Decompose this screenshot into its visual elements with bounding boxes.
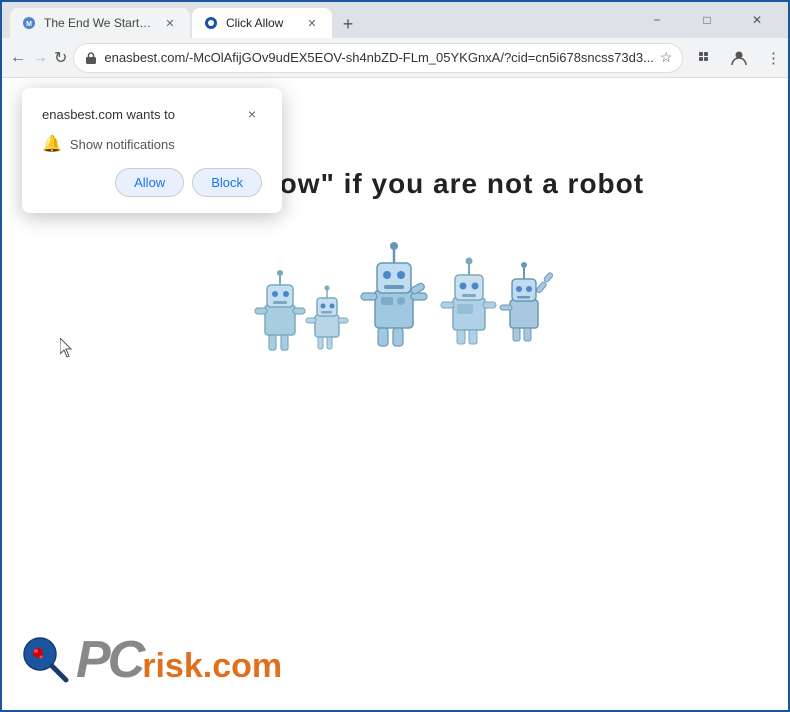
tab-2[interactable]: Click Allow ✕ <box>192 8 332 38</box>
robots-illustration <box>2 230 788 370</box>
popup-header: enasbest.com wants to × <box>42 104 262 124</box>
svg-text:M: M <box>26 21 32 28</box>
pc-logo-text: PC <box>76 630 142 690</box>
toolbar-icons: ⋮ <box>689 42 789 74</box>
pcrisk-text: PC risk .com <box>76 630 282 690</box>
tab-title-1: The End We Start From (2023) … <box>44 16 154 30</box>
window-controls: − □ ✕ <box>634 2 780 38</box>
com-logo-text: .com <box>203 647 282 686</box>
notification-popup: enasbest.com wants to × 🔔 Show notificat… <box>22 88 282 213</box>
allow-button[interactable]: Allow <box>115 168 184 197</box>
bell-icon: 🔔 <box>42 134 62 154</box>
url-text: enasbest.com/-McOlAfijGOv9udEX5EOV-sh4nb… <box>104 50 654 65</box>
menu-button[interactable]: ⋮ <box>757 42 789 74</box>
new-tab-button[interactable]: + <box>334 10 362 38</box>
maximize-button[interactable]: □ <box>684 2 730 38</box>
risk-logo-text: risk <box>142 647 203 686</box>
pcrisk-footer: PC risk .com <box>22 630 282 690</box>
address-bar[interactable]: enasbest.com/-McOlAfijGOv9udEX5EOV-sh4nb… <box>73 43 683 73</box>
tab-favicon-2 <box>204 16 218 30</box>
tab-favicon-1: M <box>22 16 36 30</box>
tab-title-2: Click Allow <box>226 16 296 30</box>
tab-close-2[interactable]: ✕ <box>304 15 320 31</box>
block-button[interactable]: Block <box>192 168 262 197</box>
titlebar: M The End We Start From (2023) … ✕ Click… <box>2 2 788 38</box>
minimize-button[interactable]: − <box>634 2 680 38</box>
popup-title: enasbest.com wants to <box>42 107 175 122</box>
lock-icon <box>84 51 98 65</box>
pcrisk-logo-icon <box>22 636 70 684</box>
bookmark-icon[interactable]: ☆ <box>660 49 673 66</box>
extensions-button[interactable] <box>689 42 721 74</box>
close-button[interactable]: ✕ <box>734 2 780 38</box>
page-content: enasbest.com wants to × 🔔 Show notificat… <box>2 78 788 710</box>
back-button[interactable]: ← <box>10 42 26 74</box>
robots-svg <box>235 230 555 370</box>
tab-close-1[interactable]: ✕ <box>162 15 178 31</box>
popup-notification-row: 🔔 Show notifications <box>42 134 262 154</box>
popup-notification-text: Show notifications <box>70 137 175 152</box>
toolbar: ← → ↻ enasbest.com/-McOlAfijGOv9udEX5EOV… <box>2 38 788 78</box>
popup-buttons: Allow Block <box>42 168 262 197</box>
profile-button[interactable] <box>723 42 755 74</box>
forward-button[interactable]: → <box>32 42 48 74</box>
tab-1[interactable]: M The End We Start From (2023) … ✕ <box>10 8 190 38</box>
popup-close-button[interactable]: × <box>242 104 262 124</box>
refresh-button[interactable]: ↻ <box>54 42 67 74</box>
tab-group: M The End We Start From (2023) … ✕ Click… <box>10 2 362 38</box>
